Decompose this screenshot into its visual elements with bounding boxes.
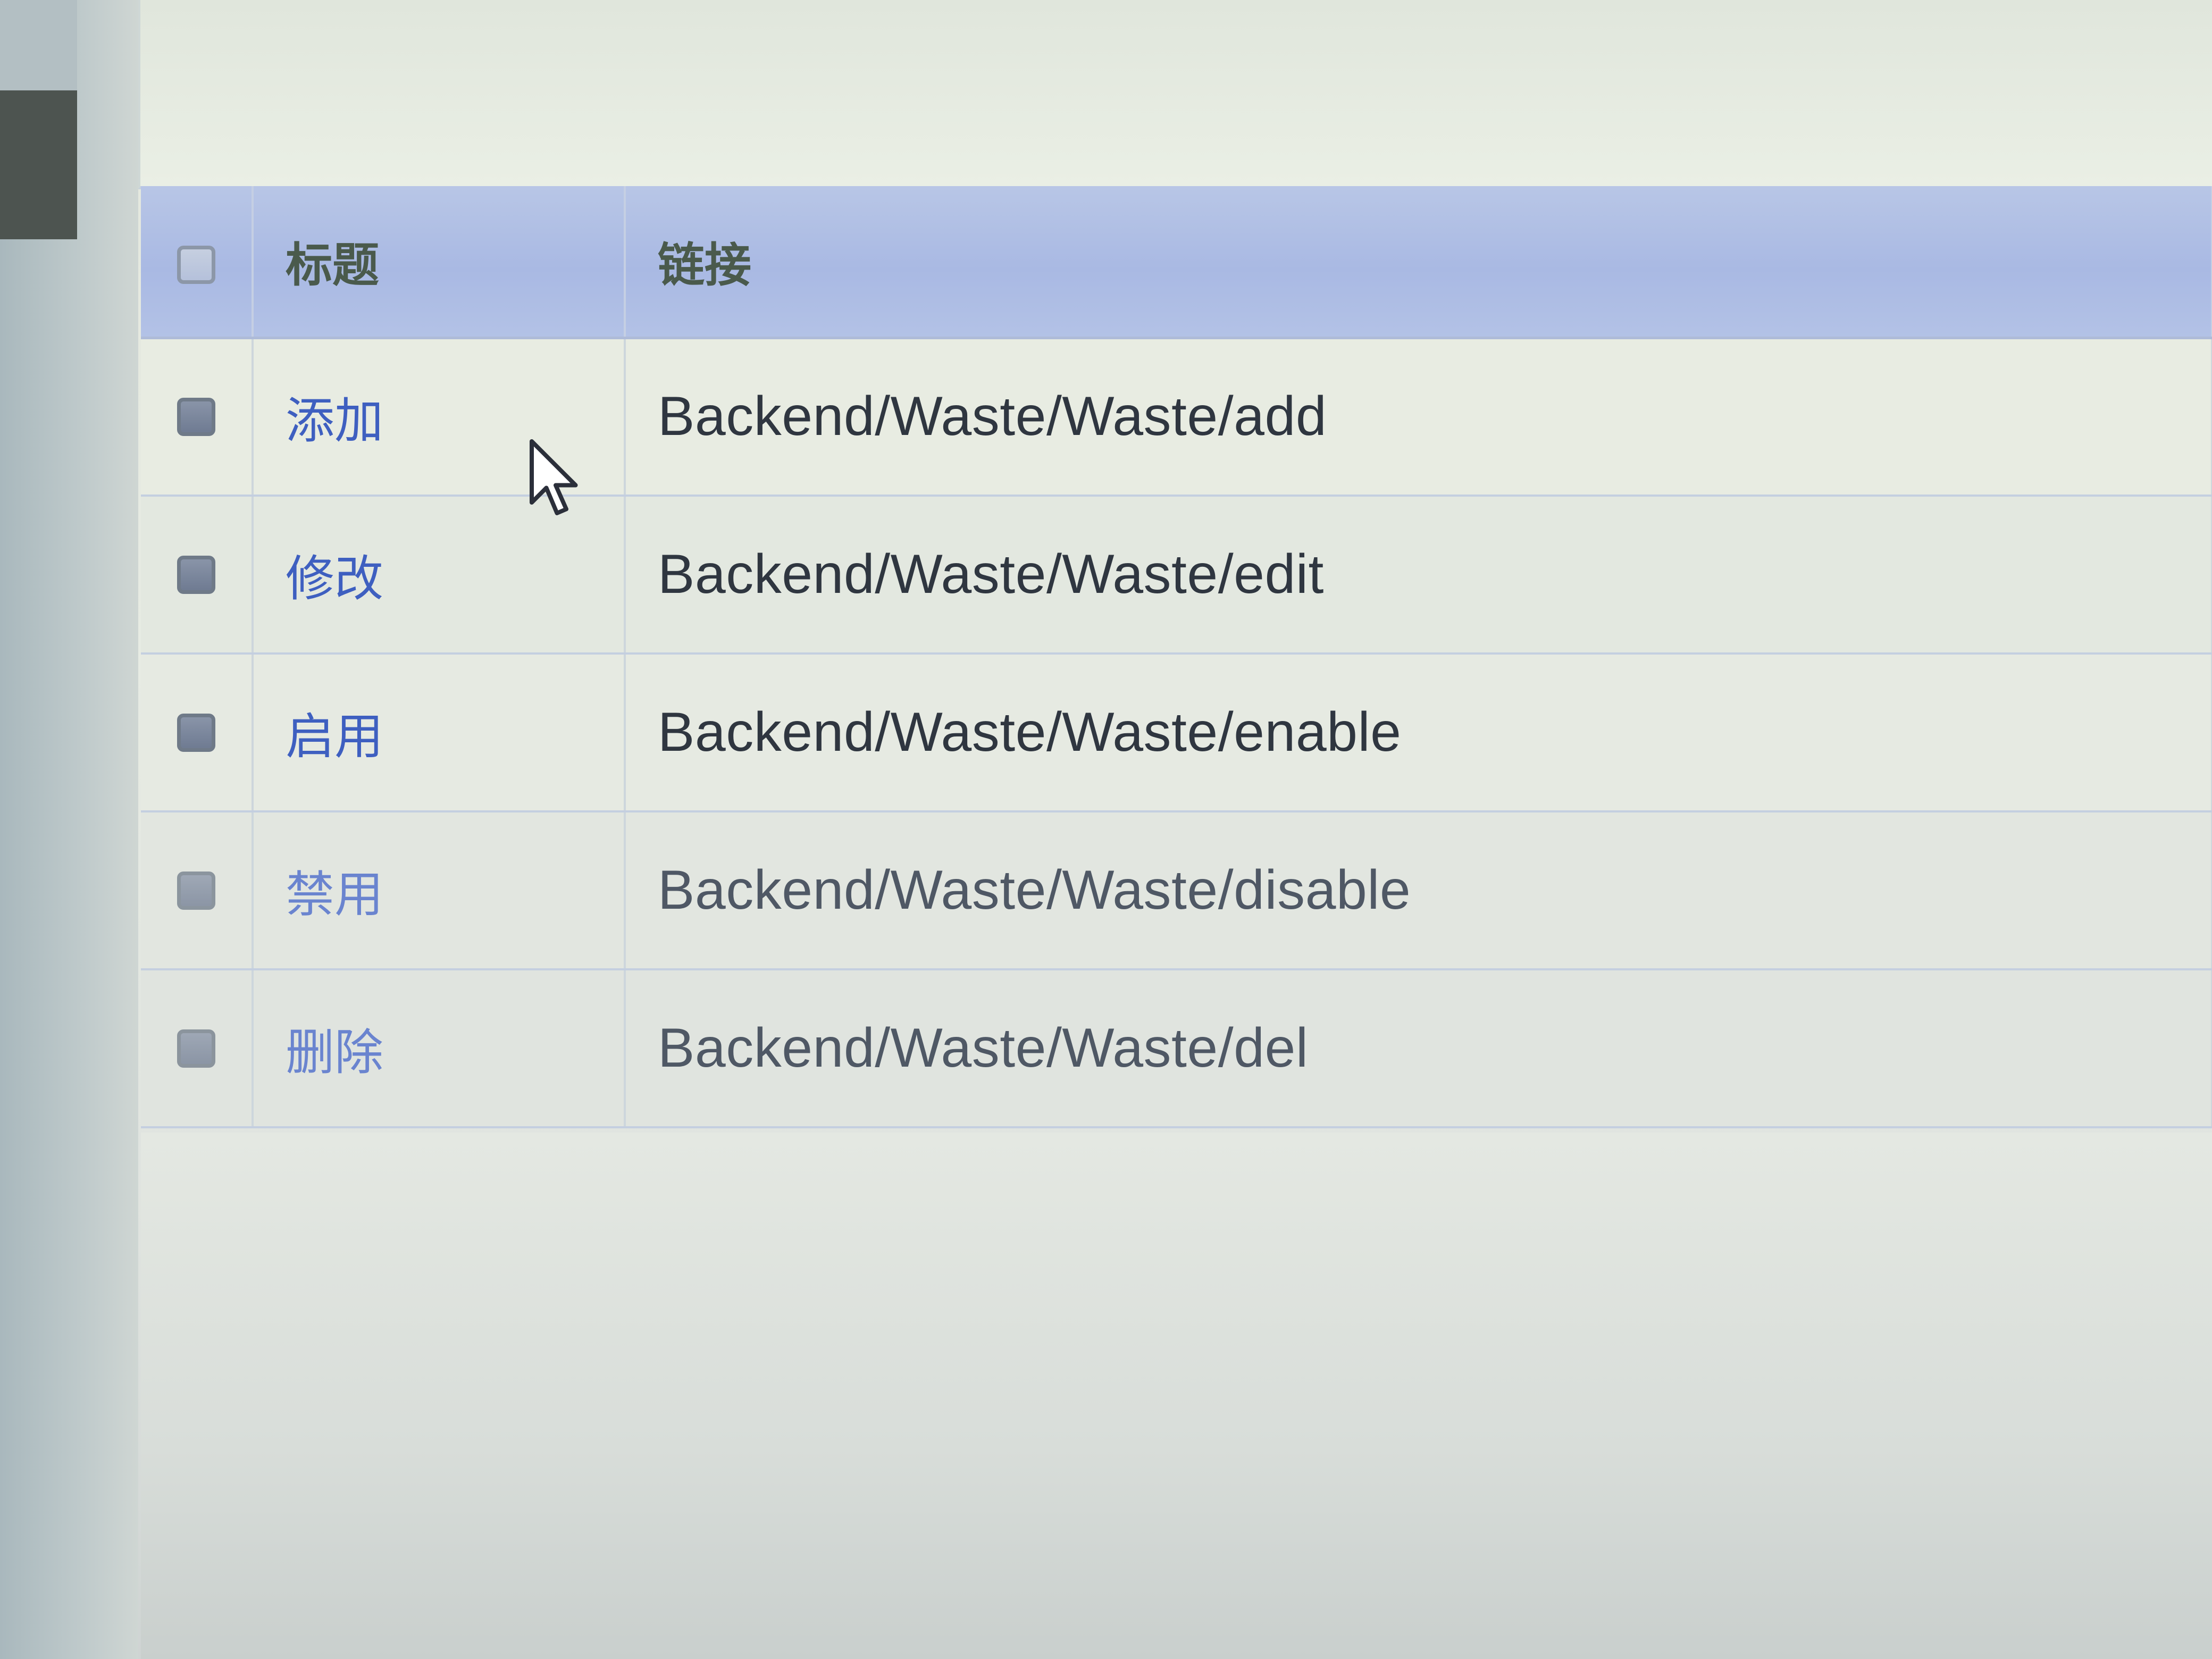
row-checkbox-cell	[141, 969, 254, 1128]
table-row[interactable]: 启用 Backend/Waste/Waste/enable	[141, 653, 2212, 812]
row-checkbox-cell	[141, 653, 254, 812]
row-title-cell: 启用	[253, 653, 626, 812]
row-title-cell: 禁用	[253, 811, 626, 970]
row-route-text: Backend/Waste/Waste/disable	[658, 859, 1411, 921]
row-title-cell: 删除	[253, 969, 626, 1128]
row-route-text: Backend/Waste/Waste/enable	[658, 701, 1402, 763]
row-title-link[interactable]: 禁用	[286, 866, 383, 923]
row-link-cell: Backend/Waste/Waste/edit	[625, 496, 2212, 655]
data-grid-table: 标题 链接 添加 Backend/Waste/Waste/add 修改 Back…	[141, 186, 2212, 1128]
column-header-link[interactable]: 链接	[625, 186, 2212, 339]
row-checkbox-cell	[141, 496, 254, 655]
column-header-title[interactable]: 标题	[253, 186, 626, 339]
row-link-cell: Backend/Waste/Waste/add	[625, 338, 2212, 497]
row-title-link[interactable]: 修改	[286, 550, 383, 607]
left-sidebar-cap	[0, 0, 77, 90]
row-route-text: Backend/Waste/Waste/del	[658, 1017, 1309, 1079]
row-checkbox[interactable]	[177, 1029, 215, 1068]
left-sidebar-edge	[0, 0, 138, 1659]
row-checkbox-cell	[141, 338, 254, 497]
row-checkbox[interactable]	[177, 871, 215, 910]
row-route-text: Backend/Waste/Waste/edit	[658, 543, 1324, 605]
table-row[interactable]: 修改 Backend/Waste/Waste/edit	[141, 496, 2212, 655]
row-title-link[interactable]: 启用	[286, 708, 383, 765]
table-row[interactable]: 删除 Backend/Waste/Waste/del	[141, 969, 2212, 1128]
row-title-link[interactable]: 添加	[286, 392, 383, 449]
row-link-cell: Backend/Waste/Waste/enable	[625, 653, 2212, 812]
screen: 标题 链接 添加 Backend/Waste/Waste/add 修改 Back…	[0, 0, 2212, 1659]
row-checkbox[interactable]	[177, 397, 215, 436]
row-checkbox[interactable]	[177, 555, 215, 594]
row-checkbox-cell	[141, 811, 254, 970]
row-title-cell: 修改	[253, 496, 626, 655]
empty-content-area	[141, 1133, 2212, 1659]
row-checkbox[interactable]	[177, 713, 215, 752]
table-row[interactable]: 禁用 Backend/Waste/Waste/disable	[141, 811, 2212, 970]
grid-header-row: 标题 链接	[141, 186, 2212, 339]
row-route-text: Backend/Waste/Waste/add	[658, 386, 1327, 448]
table-row[interactable]: 添加 Backend/Waste/Waste/add	[141, 338, 2212, 497]
row-link-cell: Backend/Waste/Waste/del	[625, 969, 2212, 1128]
top-toolbar-area	[138, 0, 2212, 189]
header-checkbox-cell	[141, 186, 254, 339]
row-title-link[interactable]: 删除	[286, 1024, 383, 1081]
permission-grid: 标题 链接 添加 Backend/Waste/Waste/add 修改 Back…	[141, 186, 2212, 1133]
row-link-cell: Backend/Waste/Waste/disable	[625, 811, 2212, 970]
mouse-pointer-arrow-icon	[530, 439, 578, 515]
select-all-checkbox[interactable]	[177, 245, 215, 284]
left-sidebar-dark-block	[0, 90, 77, 239]
